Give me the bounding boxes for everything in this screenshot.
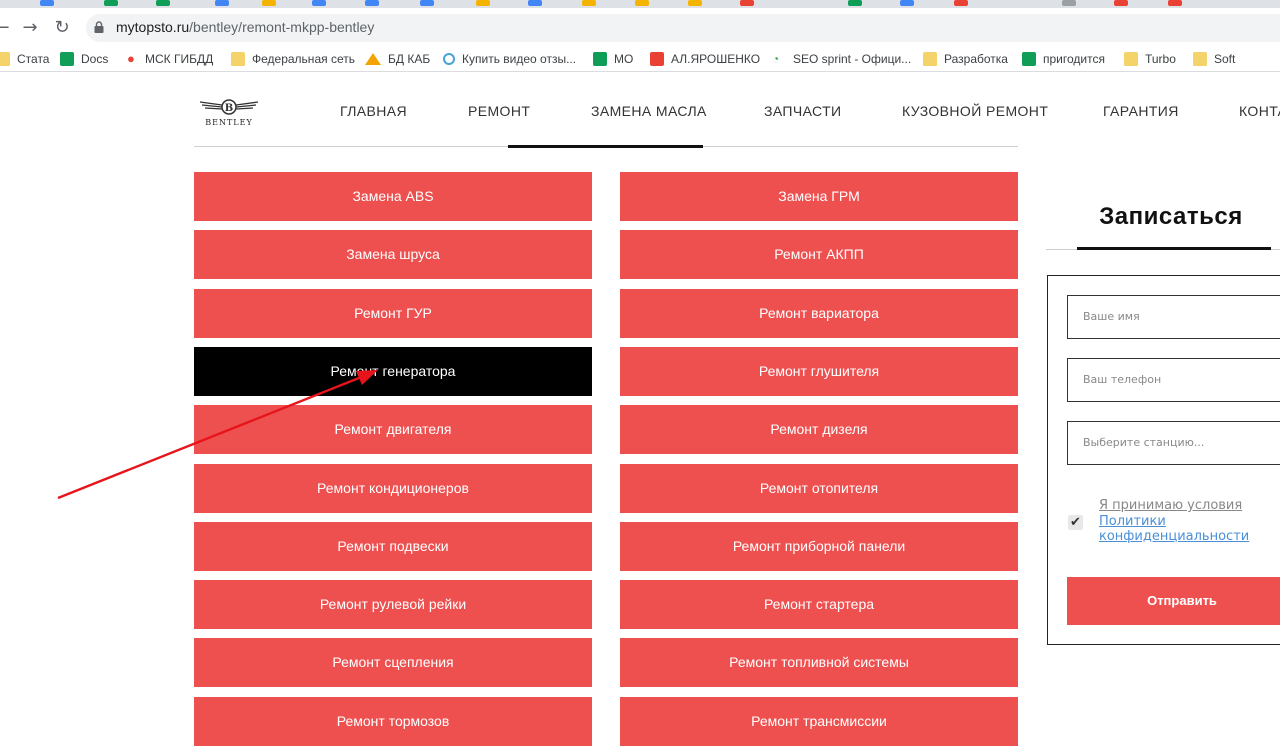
triangle-logo-icon (365, 53, 381, 65)
map-pin-icon: ● (127, 51, 135, 66)
bookmark-label: Купить видео отзы... (462, 52, 577, 66)
service-button[interactable]: Замена ГРМ (620, 172, 1018, 221)
bookmark-label: БД КАБ (388, 52, 431, 66)
back-icon[interactable]: ← (0, 18, 12, 38)
service-button[interactable]: Ремонт вариатора (620, 288, 1018, 338)
service-button[interactable]: Ремонт рулевой рейки (194, 580, 592, 630)
winged-b-icon: B (199, 99, 259, 115)
folder-icon (923, 52, 937, 66)
bookmark-label: АЛ.ЯРОШЕНКО (671, 52, 761, 66)
bookmark-label: Turbo (1145, 52, 1176, 66)
forward-icon[interactable]: → (20, 18, 40, 38)
site-header: B BENTLEY ГЛАВНАЯ РЕМОНТ ЗАМЕНА МАСЛА ЗА… (0, 80, 1280, 142)
bookmark-label: Стата (17, 52, 50, 66)
folder-icon (0, 52, 10, 66)
bookmark-label: SEO sprint - Офици... (793, 52, 912, 66)
bookmark-label: Федеральная сеть (252, 52, 355, 66)
bookmark-item[interactable]: Купить видео отзы... (443, 52, 576, 66)
menu-active-indicator (508, 145, 703, 148)
folder-icon (1193, 52, 1207, 66)
green-doc-icon (593, 52, 607, 66)
service-button[interactable]: Ремонт сцепления (194, 638, 592, 688)
bentley-logo[interactable]: B BENTLEY (198, 96, 260, 128)
tab-strip[interactable] (0, 0, 1280, 8)
bookmark-item[interactable]: пригодится (1022, 52, 1105, 66)
signup-title-underline (1077, 247, 1271, 250)
menu-item-oil-change[interactable]: ЗАМЕНА МАСЛА (591, 103, 707, 119)
menu-item-parts[interactable]: ЗАПЧАСТИ (764, 103, 842, 119)
bookmark-label: Разработка (944, 52, 1008, 66)
svg-text:B: B (225, 103, 233, 114)
menu-item-contacts[interactable]: КОНТА (1239, 103, 1280, 119)
browser-chrome: ← → ↻ mytopsto.ru/bentley/remont-mkpp-be… (0, 0, 1280, 80)
service-button[interactable]: Ремонт топливной системы (620, 638, 1018, 688)
privacy-policy-link[interactable]: Политики конфиденциальности (1099, 514, 1249, 545)
station-select[interactable]: Выберите станцию... (1067, 421, 1280, 465)
address-bar[interactable]: mytopsto.ru/bentley/remont-mkpp-bentley (86, 14, 1280, 42)
bookmark-label: пригодится (1043, 52, 1105, 66)
bookmark-item[interactable]: Turbo (1124, 52, 1176, 66)
bookmark-label: Soft (1214, 52, 1236, 66)
bookmark-item[interactable]: ◔ SEO sprint - Офици... (772, 52, 911, 66)
lock-icon (94, 21, 104, 33)
service-button[interactable]: Ремонт ГУР (194, 288, 592, 338)
reload-icon[interactable]: ↻ (52, 18, 72, 38)
bookmark-label: МСК ГИБДД (145, 52, 214, 66)
bookmark-item[interactable]: Soft (1193, 52, 1235, 66)
menu-item-home[interactable]: ГЛАВНАЯ (340, 103, 407, 119)
name-field[interactable]: Ваше имя (1067, 295, 1280, 339)
privacy-checkbox[interactable]: ✔ (1068, 515, 1083, 530)
red-arrow-icon (650, 52, 664, 66)
service-button[interactable]: Ремонт АКПП (620, 230, 1018, 280)
bookmark-item[interactable]: МО (593, 52, 633, 66)
menu-item-body-repair[interactable]: КУЗОВНОЙ РЕМОНТ (902, 103, 1048, 119)
bookmark-label: МО (614, 52, 634, 66)
service-button[interactable]: Замена шруса (194, 230, 592, 280)
service-button[interactable]: Ремонт глушителя (620, 346, 1018, 396)
menu-item-repair[interactable]: РЕМОНТ (468, 103, 530, 119)
bookmark-item[interactable]: Docs (60, 52, 108, 66)
circle-icon (443, 53, 455, 65)
folder-icon (231, 52, 245, 66)
bookmark-item[interactable]: Стата (0, 52, 49, 66)
green-doc-icon (1022, 52, 1036, 66)
consent-prefix: Я принимаю условия (1099, 498, 1243, 513)
service-button[interactable]: Ремонт генератора (194, 346, 592, 396)
bookmark-item[interactable]: Федеральная сеть (231, 52, 355, 66)
seo-icon: ◔ (772, 52, 780, 66)
submit-button[interactable]: Отправить (1067, 577, 1280, 625)
url-text[interactable]: mytopsto.ru/bentley/remont-mkpp-bentley (116, 19, 374, 35)
service-button[interactable]: Ремонт кондиционеров (194, 463, 592, 513)
signup-title: Записаться (1099, 203, 1243, 230)
bookmark-item[interactable]: Разработка (923, 52, 1008, 66)
bookmark-item[interactable]: ● МСК ГИБДД (127, 51, 214, 67)
logo-wordmark: BENTLEY (205, 118, 253, 127)
service-button[interactable]: Ремонт отопителя (620, 463, 1018, 513)
privacy-consent-text: Я принимаю условия Политики конфиденциал… (1099, 498, 1269, 545)
service-button[interactable]: Ремонт тормозов (194, 696, 592, 746)
bookmark-item[interactable]: АЛ.ЯРОШЕНКО (650, 52, 760, 66)
bookmarks-bar: Стата Docs ● МСК ГИБДД Федеральная сеть БД КА… (0, 48, 1280, 72)
address-row: ← → ↻ mytopsto.ru/bentley/remont-mkpp-be… (0, 8, 1280, 48)
service-button[interactable]: Ремонт стартера (620, 580, 1018, 630)
menu-item-warranty[interactable]: ГАРАНТИЯ (1103, 103, 1179, 119)
bookmark-item[interactable]: БД КАБ (365, 52, 430, 66)
service-button[interactable]: Замена ABS (194, 172, 592, 221)
service-button[interactable]: Ремонт подвески (194, 521, 592, 571)
service-button[interactable]: Ремонт двигателя (194, 405, 592, 455)
phone-field[interactable]: Ваш телефон (1067, 358, 1280, 402)
service-button[interactable]: Ремонт приборной панели (620, 521, 1018, 571)
service-button[interactable]: Ремонт трансмиссии (620, 696, 1018, 746)
service-button[interactable]: Ремонт дизеля (620, 405, 1018, 455)
folder-icon (1124, 52, 1138, 66)
green-doc-icon (60, 52, 74, 66)
bookmark-label: Docs (81, 52, 109, 66)
